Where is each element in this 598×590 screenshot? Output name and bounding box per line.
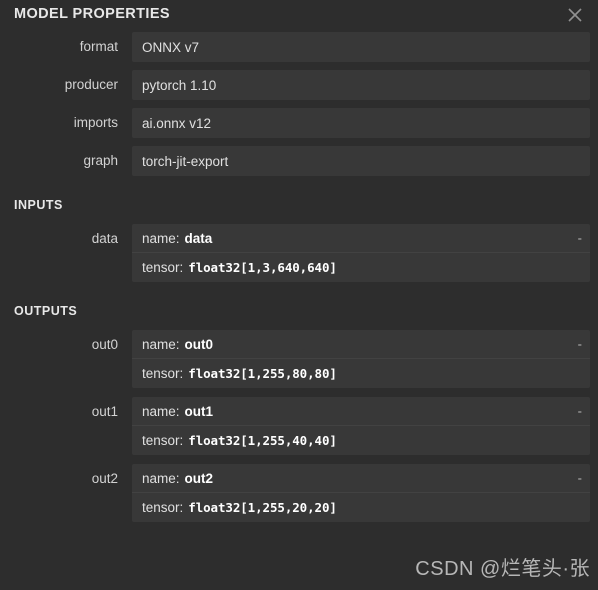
outputs-row: out0 name: out0- tensor: float32[1,255,80,80…	[0, 330, 598, 388]
outputs-label: out2	[91, 471, 118, 486]
property-label: imports	[73, 115, 118, 130]
tensor-key-label: tensor:	[142, 500, 184, 515]
name-key-label: name:	[142, 336, 180, 352]
model-properties-list: format ONNX v7 producer pytorch 1.10 imports…	[0, 32, 598, 176]
outputs-label: out0	[91, 337, 118, 352]
name-key-label: name:	[142, 230, 180, 246]
outputs-card[interactable]: name: out0 - tensor: float32[1,255,80,80]	[132, 330, 590, 388]
outputs-list: out0 name: out0- tensor: float32[1,255,80,80…	[0, 330, 598, 522]
outputs-row: out2 name: out2- tensor: float32[1,255,20,20…	[0, 464, 598, 522]
tensor-key-label: tensor:	[142, 366, 184, 381]
inputs-card[interactable]: name: data - tensor: float32[1,3,640,640]	[132, 224, 590, 282]
tensor-value: float32[1,3,640,640]	[188, 260, 337, 275]
outputs-card[interactable]: name: out1 - tensor: float32[1,255,40,40]	[132, 397, 590, 455]
name-value: out1	[184, 403, 214, 419]
inputs-list: data name: data - tensor: float32[1,3,640,640…	[0, 224, 598, 282]
panel-header: MODEL PROPERTIES	[0, 0, 598, 32]
property-row: graph torch-jit-export	[0, 146, 598, 176]
tensor-key-label: tensor:	[142, 433, 184, 448]
property-row: imports ai.onnx v12	[0, 108, 598, 138]
outputs-tensor-line: tensor: float32[1,255,80,80]	[132, 359, 590, 388]
name-key-label: name:	[142, 403, 180, 419]
property-label: format	[79, 39, 118, 54]
outputs-row: out1 name: out1- tensor: float32[1,255,40,40…	[0, 397, 598, 455]
tensor-value: float32[1,255,80,80]	[188, 366, 337, 381]
close-button[interactable]	[562, 2, 588, 28]
outputs-card[interactable]: name: out2 - tensor: float32[1,255,20,20]	[132, 464, 590, 522]
outputs-label: out1	[91, 404, 118, 419]
collapse-toggle[interactable]: -	[578, 404, 582, 419]
property-value: torch-jit-export	[132, 146, 590, 176]
property-label: producer	[64, 77, 118, 92]
property-value: pytorch 1.10	[132, 70, 590, 100]
property-value: ONNX v7	[132, 32, 590, 62]
inputs-heading: INPUTS	[14, 198, 63, 212]
inputs-row: data name: data - tensor: float32[1,3,640,640…	[0, 224, 598, 282]
name-value: out0	[184, 336, 214, 352]
outputs-name-line: name: out0 -	[132, 330, 590, 359]
collapse-toggle[interactable]: -	[578, 471, 582, 486]
property-row: producer pytorch 1.10	[0, 70, 598, 100]
property-row: format ONNX v7	[0, 32, 598, 62]
outputs-tensor-line: tensor: float32[1,255,20,20]	[132, 493, 590, 522]
outputs-name-line: name: out1 -	[132, 397, 590, 426]
inputs-label: data	[91, 231, 118, 246]
outputs-heading: OUTPUTS	[14, 304, 78, 318]
outputs-name-line: name: out2 -	[132, 464, 590, 493]
property-label: graph	[83, 153, 118, 168]
inputs-tensor-line: tensor: float32[1,3,640,640]	[132, 253, 590, 282]
tensor-key-label: tensor:	[142, 260, 184, 275]
close-icon	[562, 2, 588, 28]
name-value: data	[184, 230, 213, 246]
tensor-value: float32[1,255,40,40]	[188, 433, 337, 448]
page-title: MODEL PROPERTIES	[14, 6, 170, 22]
property-value: ai.onnx v12	[132, 108, 590, 138]
tensor-value: float32[1,255,20,20]	[188, 500, 337, 515]
watermark: CSDN @烂笔头·张	[415, 558, 590, 580]
name-key-label: name:	[142, 470, 180, 486]
name-value: out2	[184, 470, 214, 486]
collapse-toggle[interactable]: -	[578, 337, 582, 352]
collapse-toggle[interactable]: -	[578, 231, 582, 246]
inputs-name-line: name: data -	[132, 224, 590, 253]
outputs-tensor-line: tensor: float32[1,255,40,40]	[132, 426, 590, 455]
